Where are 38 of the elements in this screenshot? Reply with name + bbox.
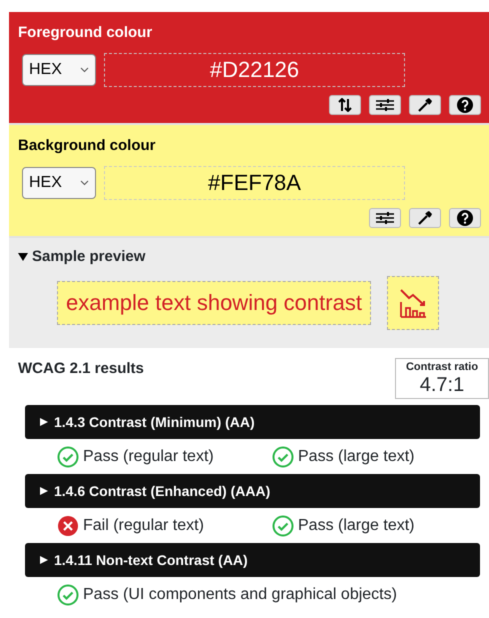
sliders-icon [375,211,395,225]
help-button[interactable] [449,208,481,228]
colour-value-field[interactable]: #FEF78A [104,166,405,200]
contrast-ratio-label: Contrast ratio [404,361,480,374]
eyedropper-button[interactable] [409,95,441,115]
criterion-toggle[interactable]: 1.4.6 Contrast (Enhanced) (AAA) [25,474,480,508]
chevron-down-icon [80,180,89,186]
format-select[interactable]: HEX [22,167,96,199]
section-title[interactable]: Sample preview [32,246,146,268]
collapsed-triangle-icon [40,417,48,427]
help-icon [457,97,473,113]
sample-text: example text showing contrast [57,281,371,325]
results-title: WCAG 2.1 results [18,359,144,379]
chevron-down-icon [80,67,89,73]
sliders-button[interactable] [369,208,401,228]
result-label: Pass (large text) [298,516,414,536]
criterion-toggle[interactable]: 1.4.11 Non-text Contrast (AA) [25,543,480,577]
collapsed-triangle-icon [40,486,48,496]
contrast-ratio-value: 4.7:1 [418,374,466,396]
sliders-icon [375,98,395,112]
format-select[interactable]: HEX [22,54,96,86]
swap-icon [337,98,353,112]
panel-title: Foreground colour [18,23,152,43]
colour-value-field[interactable]: #D22126 [104,53,405,87]
eyedropper-icon [417,210,433,226]
criterion-toggle[interactable]: 1.4.3 Contrast (Minimum) (AA) [25,405,480,439]
result-label: Pass (UI components and graphical objects) [83,585,397,605]
result-label: Fail (regular text) [83,516,204,536]
result-label: Pass (large text) [298,447,414,467]
collapsed-triangle-icon [40,555,48,565]
swap-button[interactable] [329,95,361,115]
result-label: Pass (regular text) [83,447,214,467]
sliders-button[interactable] [369,95,401,115]
eyedropper-icon [417,97,433,113]
panel-title: Background colour [18,136,156,156]
help-button[interactable] [449,95,481,115]
help-icon [457,210,473,226]
eyedropper-button[interactable] [409,208,441,228]
